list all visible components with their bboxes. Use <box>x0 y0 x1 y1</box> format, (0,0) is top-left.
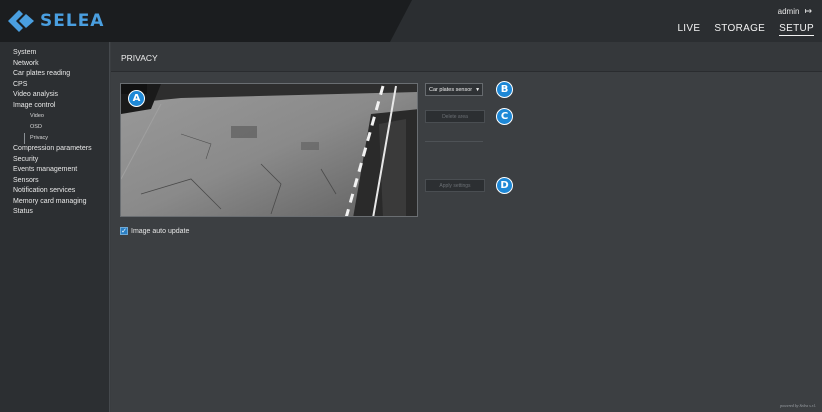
image-auto-update-checkbox[interactable]: ✓ <box>120 227 128 235</box>
sidebar-item-network[interactable]: Network <box>0 59 109 70</box>
powered-by: powered by Selea s.r.l. <box>780 403 816 408</box>
user-area: admin ↦ <box>778 6 812 17</box>
top-header: SELEA admin ↦ LIVE STORAGE SETUP <box>0 0 822 42</box>
sidebar-item-video-analysis[interactable]: Video analysis <box>0 90 109 101</box>
image-auto-update-row: ✓ Image auto update <box>120 227 189 235</box>
username: admin <box>777 7 800 16</box>
apply-settings-button[interactable]: Apply settings <box>425 179 485 192</box>
sidebar-item-sensors[interactable]: Sensors <box>0 176 109 187</box>
logout-icon[interactable]: ↦ <box>804 6 812 17</box>
image-auto-update-label: Image auto update <box>131 227 190 235</box>
sidebar: System Network Car plates reading CPS Vi… <box>0 42 110 412</box>
main-nav: LIVE STORAGE SETUP <box>677 23 814 36</box>
camera-preview[interactable] <box>120 83 418 217</box>
sidebar-item-security[interactable]: Security <box>0 155 109 166</box>
nav-storage[interactable]: STORAGE <box>714 23 765 36</box>
separator <box>425 141 483 142</box>
sidebar-item-memory-card-managing[interactable]: Memory card managing <box>0 197 109 208</box>
delete-area-button[interactable]: Delete area <box>425 110 485 123</box>
sidebar-item-notification-services[interactable]: Notification services <box>0 186 109 197</box>
sidebar-subitem-video[interactable]: Video <box>0 111 109 122</box>
sidebar-item-compression-parameters[interactable]: Compression parameters <box>0 144 109 155</box>
sidebar-subitem-osd[interactable]: OSD <box>0 122 109 133</box>
nav-live[interactable]: LIVE <box>677 23 700 36</box>
brand-name: SELEA <box>40 11 105 31</box>
sensor-select-value: Car plates sensor <box>429 86 473 93</box>
chevron-down-icon: ▼ <box>475 86 481 93</box>
sidebar-item-image-control[interactable]: Image control <box>0 101 109 112</box>
sensor-select[interactable]: Car plates sensor ▼ <box>425 83 483 96</box>
marker-a: A <box>128 90 145 107</box>
sidebar-subitem-privacy[interactable]: Privacy <box>24 133 109 144</box>
page-title: PRIVACY <box>121 53 158 63</box>
marker-c: C <box>496 108 513 125</box>
sidebar-item-cps[interactable]: CPS <box>0 80 109 91</box>
nav-setup[interactable]: SETUP <box>779 23 814 36</box>
title-bar: PRIVACY <box>111 42 822 72</box>
main-content: PRIVACY A Car plates sensor ▼ B Delete a… <box>111 42 822 412</box>
marker-d: D <box>496 177 513 194</box>
sidebar-item-status[interactable]: Status <box>0 207 109 218</box>
selea-logo-icon <box>8 10 34 32</box>
sidebar-item-events-management[interactable]: Events management <box>0 165 109 176</box>
logo: SELEA <box>8 10 104 32</box>
sidebar-item-system[interactable]: System <box>0 48 109 59</box>
sidebar-item-car-plates-reading[interactable]: Car plates reading <box>0 69 109 80</box>
road-image <box>121 84 417 216</box>
marker-b: B <box>496 81 513 98</box>
